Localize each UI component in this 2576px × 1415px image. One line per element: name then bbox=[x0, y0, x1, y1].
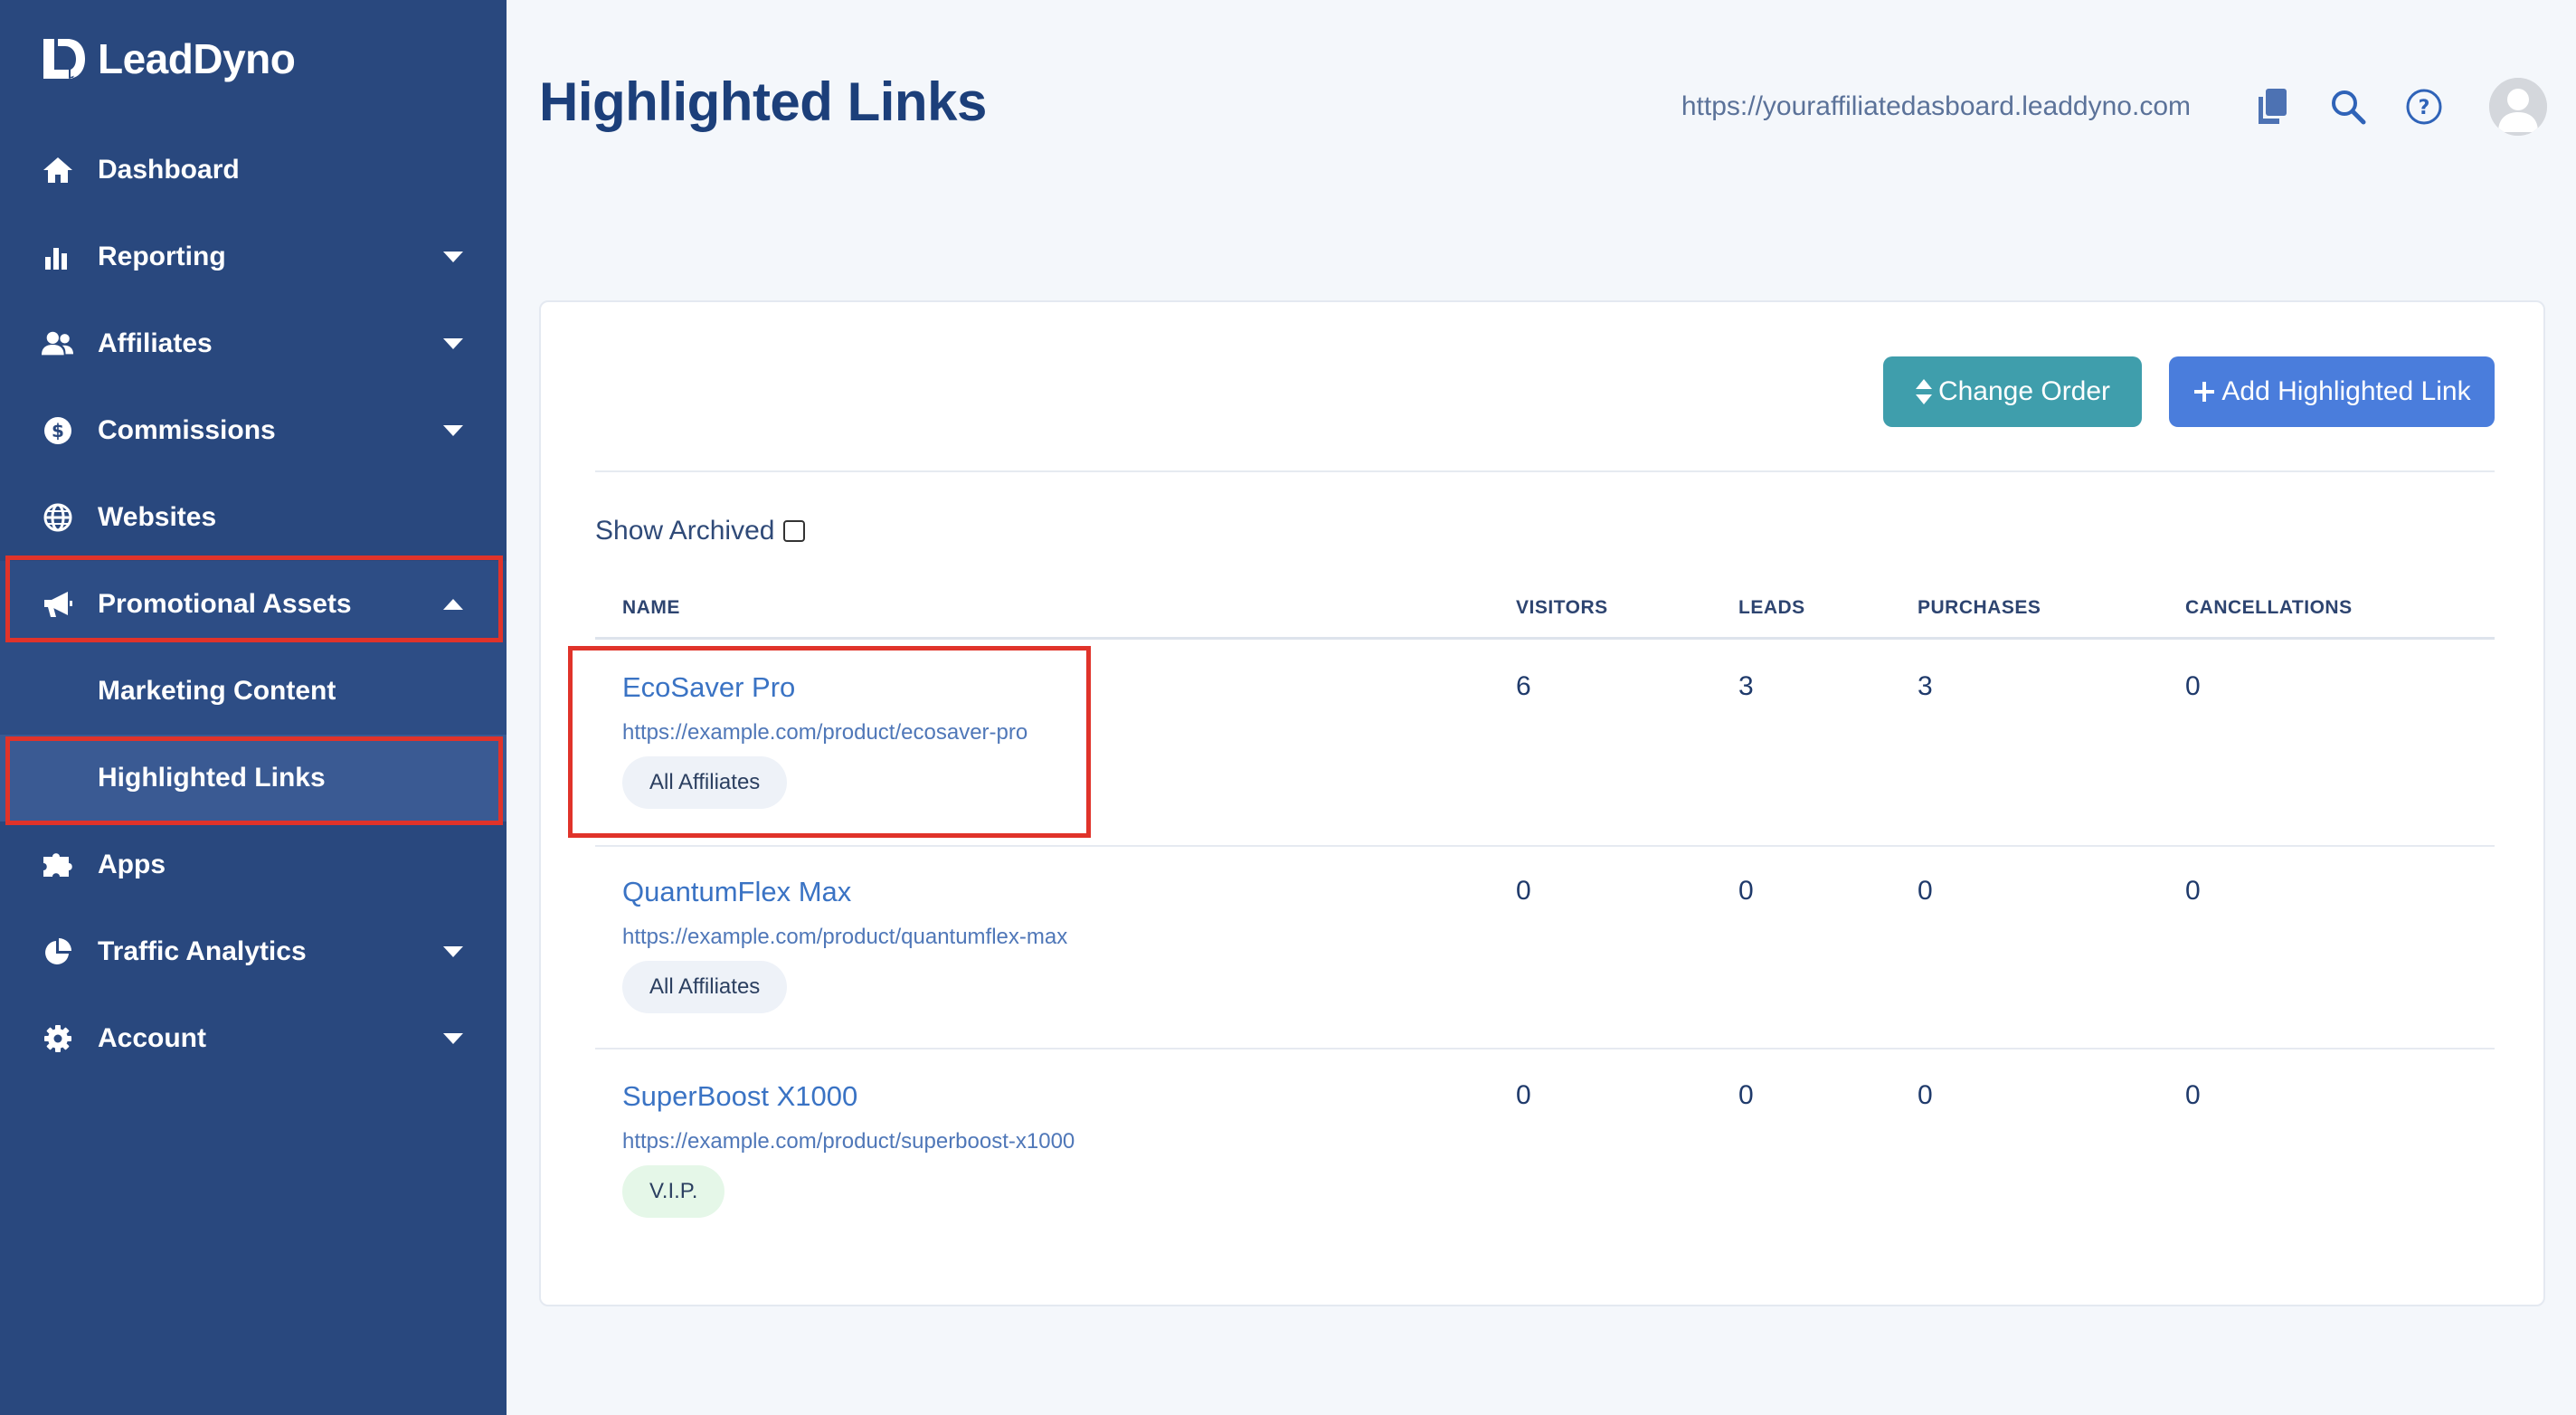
affiliate-group-badge: All Affiliates bbox=[622, 756, 788, 809]
copy-icon[interactable] bbox=[2252, 87, 2292, 127]
sidebar-item-label: Highlighted Links bbox=[98, 763, 326, 793]
chevron-down-icon bbox=[443, 1033, 463, 1044]
link-name[interactable]: SuperBoost X1000 bbox=[622, 1080, 857, 1113]
affiliate-dashboard-url: https://youraffiliatedasboard.leaddyno.c… bbox=[1681, 91, 2191, 121]
sidebar-item-apps[interactable]: Apps bbox=[0, 821, 507, 908]
show-archived-checkbox[interactable] bbox=[783, 520, 806, 542]
leads-count: 3 bbox=[1738, 671, 1754, 701]
visitors-count: 6 bbox=[1516, 671, 1531, 701]
sidebar-item-label: Account bbox=[98, 1023, 206, 1053]
sidebar-item-label: Websites bbox=[98, 502, 217, 532]
sidebar-item-label: Traffic Analytics bbox=[98, 936, 307, 966]
sidebar-item-dashboard[interactable]: Dashboard bbox=[0, 127, 507, 214]
gear-icon bbox=[42, 1022, 74, 1055]
link-url: https://example.com/product/ecosaver-pro bbox=[622, 720, 1028, 745]
sidebar-item-affiliates[interactable]: Affiliates bbox=[0, 300, 507, 387]
bar-chart-icon bbox=[42, 241, 74, 273]
sidebar-item-label: Reporting bbox=[98, 242, 226, 271]
show-archived-filter[interactable]: Show Archived bbox=[595, 516, 806, 546]
link-url: https://example.com/product/quantumflex-… bbox=[622, 925, 1068, 949]
plus-icon bbox=[2194, 382, 2215, 402]
chevron-down-icon bbox=[443, 946, 463, 957]
chevron-down-icon bbox=[443, 252, 463, 262]
column-header-leads: LEADS bbox=[1738, 597, 1805, 618]
sidebar: LeadDyno Dashboard Reporting Affiliates … bbox=[0, 0, 507, 1415]
purchases-count: 0 bbox=[1918, 1080, 1933, 1110]
sidebar-item-promotional-assets[interactable]: Promotional Assets bbox=[0, 561, 507, 648]
change-order-button[interactable]: Change Order bbox=[1883, 356, 2142, 427]
sort-icon bbox=[1915, 379, 1932, 404]
visitors-count: 0 bbox=[1516, 876, 1531, 906]
search-icon[interactable] bbox=[2328, 87, 2368, 127]
sidebar-item-traffic-analytics[interactable]: Traffic Analytics bbox=[0, 908, 507, 995]
sidebar-item-label: Commissions bbox=[98, 415, 276, 445]
leads-count: 0 bbox=[1738, 1080, 1754, 1110]
table-row: QuantumFlex Max https://example.com/prod… bbox=[595, 843, 2495, 1048]
cancellations-count: 0 bbox=[2185, 671, 2201, 701]
show-archived-label: Show Archived bbox=[595, 516, 775, 546]
column-header-cancellations: CANCELLATIONS bbox=[2185, 597, 2353, 618]
cancellations-count: 0 bbox=[2185, 876, 2201, 906]
sidebar-item-account[interactable]: Account bbox=[0, 995, 507, 1082]
sidebar-item-commissions[interactable]: $ Commissions bbox=[0, 387, 507, 474]
column-header-purchases: PURCHASES bbox=[1918, 597, 2041, 618]
header-toolbar: https://youraffiliatedasboard.leaddyno.c… bbox=[1681, 78, 2547, 136]
table-row: EcoSaver Pro https://example.com/product… bbox=[595, 639, 2495, 843]
sidebar-item-label: Promotional Assets bbox=[98, 589, 352, 619]
home-icon bbox=[42, 154, 74, 186]
link-name[interactable]: QuantumFlex Max bbox=[622, 876, 851, 908]
help-icon[interactable]: ? bbox=[2404, 87, 2444, 127]
sidebar-item-label: Affiliates bbox=[98, 328, 213, 358]
table-row: SuperBoost X1000 https://example.com/pro… bbox=[595, 1048, 2495, 1252]
page-title: Highlighted Links bbox=[539, 71, 987, 132]
svg-text:?: ? bbox=[2419, 97, 2430, 119]
column-header-name: NAME bbox=[622, 597, 680, 618]
sidebar-item-websites[interactable]: Websites bbox=[0, 474, 507, 561]
highlighted-links-card: Change Order Add Highlighted Link Show A… bbox=[539, 300, 2545, 1306]
promotional-assets-submenu: Marketing Content Highlighted Links bbox=[0, 648, 507, 821]
affiliate-group-badge: V.I.P. bbox=[622, 1165, 725, 1218]
megaphone-icon bbox=[42, 588, 74, 621]
chevron-down-icon bbox=[443, 425, 463, 436]
users-icon bbox=[42, 328, 74, 360]
link-url: https://example.com/product/superboost-x… bbox=[622, 1129, 1075, 1154]
sidebar-item-reporting[interactable]: Reporting bbox=[0, 214, 507, 300]
sidebar-item-label: Dashboard bbox=[98, 155, 240, 185]
cancellations-count: 0 bbox=[2185, 1080, 2201, 1110]
link-name[interactable]: EcoSaver Pro bbox=[622, 671, 795, 704]
change-order-label: Change Order bbox=[1937, 376, 2111, 406]
purchases-count: 0 bbox=[1918, 876, 1933, 906]
pie-chart-icon bbox=[42, 935, 74, 968]
visitors-count: 0 bbox=[1516, 1080, 1531, 1110]
add-highlighted-link-button[interactable]: Add Highlighted Link bbox=[2169, 356, 2495, 427]
avatar[interactable] bbox=[2489, 78, 2547, 136]
purchases-count: 3 bbox=[1918, 671, 1933, 701]
leaddyno-logo-icon bbox=[43, 39, 85, 79]
divider bbox=[595, 470, 2495, 472]
svg-text:$: $ bbox=[52, 420, 64, 442]
sidebar-item-label: Apps bbox=[98, 850, 166, 879]
affiliate-group-badge: All Affiliates bbox=[622, 961, 788, 1013]
sidebar-nav: Dashboard Reporting Affiliates $ Commiss… bbox=[0, 127, 507, 1082]
brand-logo[interactable]: LeadDyno bbox=[42, 34, 296, 83]
puzzle-icon bbox=[42, 849, 74, 881]
leads-count: 0 bbox=[1738, 876, 1754, 906]
globe-icon bbox=[42, 501, 74, 534]
sidebar-item-marketing-content[interactable]: Marketing Content bbox=[0, 648, 507, 735]
add-highlighted-link-label: Add Highlighted Link bbox=[2221, 376, 2471, 406]
chevron-up-icon bbox=[443, 599, 463, 610]
dollar-icon: $ bbox=[42, 414, 74, 447]
column-header-visitors: VISITORS bbox=[1516, 597, 1608, 618]
sidebar-item-highlighted-links[interactable]: Highlighted Links bbox=[0, 735, 507, 821]
brand-name: LeadDyno bbox=[98, 35, 296, 82]
sidebar-item-label: Marketing Content bbox=[98, 676, 336, 706]
chevron-down-icon bbox=[443, 338, 463, 349]
